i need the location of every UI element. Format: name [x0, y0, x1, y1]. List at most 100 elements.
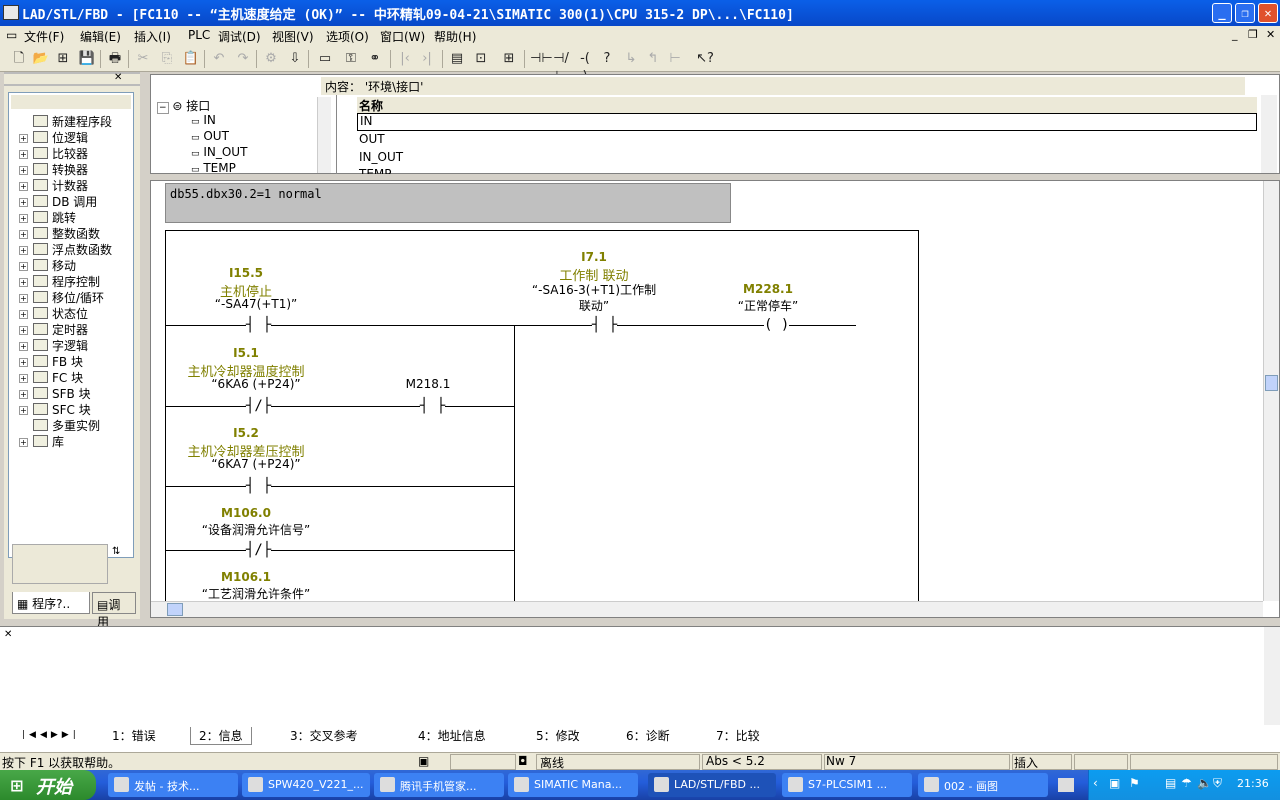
expand-icon[interactable]: +	[19, 438, 28, 447]
expand-icon[interactable]: +	[19, 358, 28, 367]
expand-icon[interactable]: +	[19, 246, 28, 255]
nc-contact-icon[interactable]: ⊣/⊢	[552, 50, 570, 84]
table-row-in[interactable]: IN	[357, 113, 1257, 131]
minimize-button[interactable]: _	[1212, 3, 1232, 23]
editor-hscrollbar[interactable]	[151, 601, 1263, 617]
tab-call-structure[interactable]: ▤调用	[92, 592, 136, 629]
output-coil[interactable]: ( )	[764, 318, 790, 332]
paste-icon[interactable]: 📋	[182, 50, 200, 68]
tree-item[interactable]: + 转换器	[19, 161, 88, 177]
tray-expand-icon[interactable]: ‹	[1093, 776, 1098, 790]
expand-icon[interactable]: +	[19, 150, 28, 159]
tree-item[interactable]: 多重实例	[19, 417, 100, 433]
menu-edit[interactable]: 编辑(E)	[80, 28, 121, 45]
no-contact[interactable]: ┤ ├	[246, 318, 272, 332]
interface-table-scrollbar[interactable]	[1261, 95, 1277, 173]
nc-contact[interactable]: ┤/├	[246, 399, 272, 413]
tree-item[interactable]: + 字逻辑	[19, 337, 88, 353]
cut-icon[interactable]: ✂	[134, 50, 152, 68]
interface-root[interactable]: − ⊜ 接口	[157, 97, 210, 114]
output-tab-nav[interactable]: |◀◀▶▶|	[22, 730, 80, 740]
menu-view[interactable]: 视图(V)	[272, 28, 314, 45]
no-contact[interactable]: ┤ ├	[592, 318, 618, 332]
tree-item[interactable]: + 定时器	[19, 321, 88, 337]
close-button[interactable]: ✕	[1258, 3, 1278, 23]
start-button[interactable]: ⊞ 开始	[0, 770, 96, 800]
maximize-button[interactable]: ❐	[1235, 3, 1255, 23]
new-icon[interactable]: 🗋	[10, 50, 28, 68]
menu-insert[interactable]: 插入(I)	[134, 28, 171, 45]
operand-address[interactable]: I5.1	[196, 346, 296, 360]
clock[interactable]: 21:36	[1237, 777, 1269, 790]
mdi-restore-button[interactable]: ❐	[1248, 28, 1258, 41]
tree-item[interactable]: + 位逻辑	[19, 129, 88, 145]
tab-modify[interactable]: 5：修改	[536, 727, 580, 744]
mdi-close-button[interactable]: ✕	[1266, 28, 1275, 41]
interface-out[interactable]: ▭ OUT	[191, 129, 229, 143]
tray-app-icon[interactable]: ▣	[1109, 776, 1120, 790]
no-contact[interactable]: ┤ ├	[246, 479, 272, 493]
tray-volume-icon[interactable]: 🔈	[1197, 776, 1212, 790]
taskbar-task[interactable]: 002 - 画图	[918, 773, 1048, 797]
menu-plc[interactable]: PLC	[188, 28, 210, 42]
expand-icon[interactable]: +	[19, 310, 28, 319]
interface-temp[interactable]: ▭ TEMP	[191, 161, 236, 173]
table-row-in-out[interactable]: IN_OUT	[357, 150, 1257, 166]
collapse-icon[interactable]: −	[157, 102, 169, 114]
sort-icon[interactable]: ⇅	[112, 546, 120, 557]
taskbar-task[interactable]: SPW420_V221_...	[242, 773, 370, 797]
tray-shield-icon[interactable]: ⛨	[1213, 776, 1222, 791]
expand-icon[interactable]: +	[19, 278, 28, 287]
vscroll-thumb[interactable]	[1265, 375, 1278, 391]
tree-item[interactable]: + 状态位	[19, 305, 88, 321]
tab-cross-reference[interactable]: 3：交叉参考	[290, 727, 358, 744]
save-icon[interactable]: 💾	[78, 50, 96, 68]
tab-errors[interactable]: 1：错误	[112, 727, 156, 744]
accessible-nodes-icon[interactable]: ⚙	[262, 50, 280, 68]
operand-address[interactable]: M106.0	[196, 506, 296, 520]
tray-display-icon[interactable]: ▤	[1165, 776, 1176, 790]
editor-vscrollbar[interactable]	[1263, 181, 1279, 601]
expand-icon[interactable]: +	[19, 406, 28, 415]
branch-close-icon[interactable]: ↰	[644, 50, 662, 68]
keyboard-icon[interactable]	[1058, 778, 1074, 792]
tree-item[interactable]: + 移动	[19, 257, 76, 273]
prev-network-icon[interactable]: |‹	[396, 50, 414, 68]
interface-in-out[interactable]: ▭ IN_OUT	[191, 145, 247, 159]
undo-icon[interactable]: ↶	[210, 50, 228, 68]
module-info-icon[interactable]: ⚿	[342, 50, 360, 68]
tree-item[interactable]: + 跳转	[19, 209, 76, 225]
table-row-temp[interactable]: TEMP	[357, 167, 1257, 174]
menu-file[interactable]: 文件(F)	[24, 28, 64, 45]
output-close-icon[interactable]: ✕	[4, 629, 12, 640]
menu-debug[interactable]: 调试(D)	[218, 28, 261, 45]
download-icon[interactable]: ⇩	[286, 50, 304, 68]
interface-in[interactable]: ▭ IN	[191, 113, 216, 127]
tray-umbrella-icon[interactable]: ☂	[1181, 776, 1192, 790]
network-comment[interactable]: db55.dbx30.2=1 normal	[165, 183, 731, 223]
branch-open-icon[interactable]: ↳	[622, 50, 640, 68]
tree-item[interactable]: + SFB 块	[19, 385, 91, 401]
box-icon[interactable]: ?	[598, 50, 616, 68]
tab-diagnostics[interactable]: 6：诊断	[626, 727, 670, 744]
tree-item[interactable]: + FB 块	[19, 353, 83, 369]
network-icon[interactable]: ⊞	[54, 50, 72, 68]
operand-address[interactable]: I7.1	[544, 250, 644, 264]
operand-address[interactable]: I15.5	[196, 266, 296, 280]
tab-info[interactable]: 2：信息	[190, 727, 252, 745]
overview-icon[interactable]: ▤	[448, 50, 466, 68]
expand-icon[interactable]: +	[19, 294, 28, 303]
tray-network-icon[interactable]: ⚑	[1129, 776, 1140, 790]
output-scrollbar[interactable]	[1264, 627, 1280, 725]
redo-icon[interactable]: ↷	[234, 50, 252, 68]
tree-item[interactable]: + 移位/循环	[19, 289, 104, 305]
tree-item[interactable]: + FC 块	[19, 369, 83, 385]
zoom-icon[interactable]: ⊡	[472, 50, 490, 68]
glasses-icon[interactable]: ⚭	[366, 50, 384, 68]
next-network-icon[interactable]: ›|	[418, 50, 436, 68]
interface-tree-scrollbar[interactable]	[317, 97, 331, 173]
expand-icon[interactable]: +	[19, 262, 28, 271]
taskbar-task[interactable]: S7-PLCSIM1 ...	[782, 773, 912, 797]
menu-window[interactable]: 窗口(W)	[380, 28, 425, 45]
taskbar-task-active[interactable]: LAD/STL/FBD ...	[648, 773, 776, 797]
